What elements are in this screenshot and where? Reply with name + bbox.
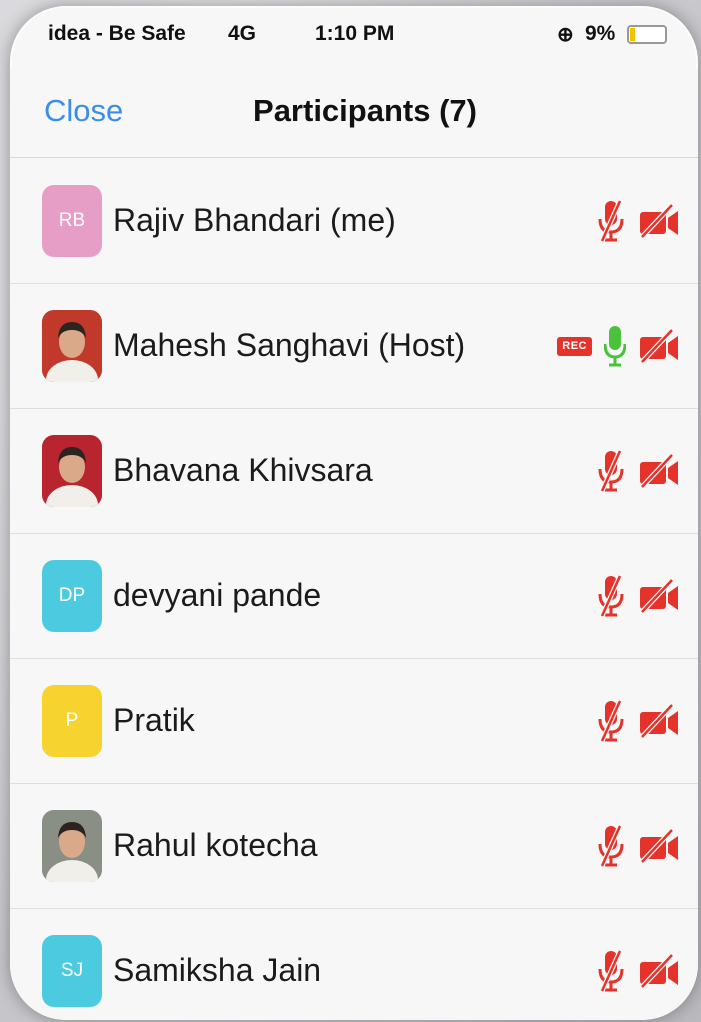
- video-off-icon: [638, 329, 680, 363]
- participant-row[interactable]: P Pratik: [10, 659, 698, 784]
- microphone-muted-icon: [596, 949, 626, 993]
- page-title: Participants (7): [253, 93, 477, 128]
- video-off-icon: [638, 829, 680, 863]
- participant-status-icons: [596, 449, 680, 493]
- participant-row[interactable]: Rahul kotecha: [10, 784, 698, 909]
- rec-badge: REC: [557, 336, 592, 356]
- participant-name: Samiksha Jain: [113, 952, 322, 988]
- microphone-muted-icon: [596, 824, 626, 868]
- participant-name: Mahesh Sanghavi (Host): [113, 327, 466, 363]
- avatar-initials: RB: [58, 210, 86, 231]
- avatar-initials: DP: [58, 585, 86, 606]
- participant-row[interactable]: SJ Samiksha Jain: [10, 909, 698, 1020]
- participant-name: Bhavana Khivsara: [113, 452, 373, 488]
- microphone-muted-icon: [596, 449, 626, 493]
- avatar: SJ: [42, 935, 102, 1007]
- video-off-icon: [638, 954, 680, 988]
- video-off-icon: [638, 454, 680, 488]
- participant-status-icons: [596, 824, 680, 868]
- participant-row[interactable]: DP devyani pande: [10, 534, 698, 659]
- participant-status-icons: [596, 949, 680, 993]
- participant-name: devyani pande: [113, 577, 322, 613]
- participant-row[interactable]: RB Rajiv Bhandari (me): [10, 159, 698, 284]
- participant-status-icons: [596, 699, 680, 743]
- participant-status-icons: REC: [557, 324, 680, 368]
- avatar: [42, 810, 102, 882]
- participant-status-icons: [596, 574, 680, 618]
- avatar: [42, 310, 102, 382]
- video-off-icon: [638, 204, 680, 238]
- battery-icon: [627, 25, 667, 44]
- avatar: P: [42, 685, 102, 757]
- participant-list: RB Rajiv Bhandari (me) Mahesh Sanghavi (Ho…: [10, 159, 698, 1020]
- avatar-initials: SJ: [60, 960, 84, 981]
- carrier-label: idea - Be Safe: [48, 22, 186, 45]
- clock: 1:10 PM: [315, 22, 395, 45]
- phone-screen: idea - Be Safe 4G 1:10 PM ⊕ 9% Close Par…: [10, 6, 698, 1020]
- participant-name: Pratik: [113, 702, 195, 738]
- microphone-muted-icon: [596, 699, 626, 743]
- avatar: DP: [42, 560, 102, 632]
- microphone-muted-icon: [596, 199, 626, 243]
- microphone-icon: [604, 324, 626, 368]
- video-off-icon: [638, 704, 680, 738]
- participant-row[interactable]: Bhavana Khivsara: [10, 409, 698, 534]
- participant-status-icons: [596, 199, 680, 243]
- participant-name: Rajiv Bhandari (me): [113, 202, 396, 238]
- status-bar: idea - Be Safe 4G 1:10 PM ⊕ 9%: [10, 6, 698, 62]
- battery-percentage: 9%: [585, 22, 616, 45]
- avatar: RB: [42, 185, 102, 257]
- nav-bar: Close Participants (7): [10, 68, 698, 158]
- participant-row[interactable]: Mahesh Sanghavi (Host) REC: [10, 284, 698, 409]
- video-off-icon: [638, 579, 680, 613]
- avatar: [42, 435, 102, 507]
- network-label: 4G: [228, 22, 257, 45]
- orientation-lock-icon: ⊕: [557, 24, 574, 46]
- microphone-muted-icon: [596, 574, 626, 618]
- avatar-initials: P: [65, 710, 79, 731]
- participant-name: Rahul kotecha: [113, 827, 318, 863]
